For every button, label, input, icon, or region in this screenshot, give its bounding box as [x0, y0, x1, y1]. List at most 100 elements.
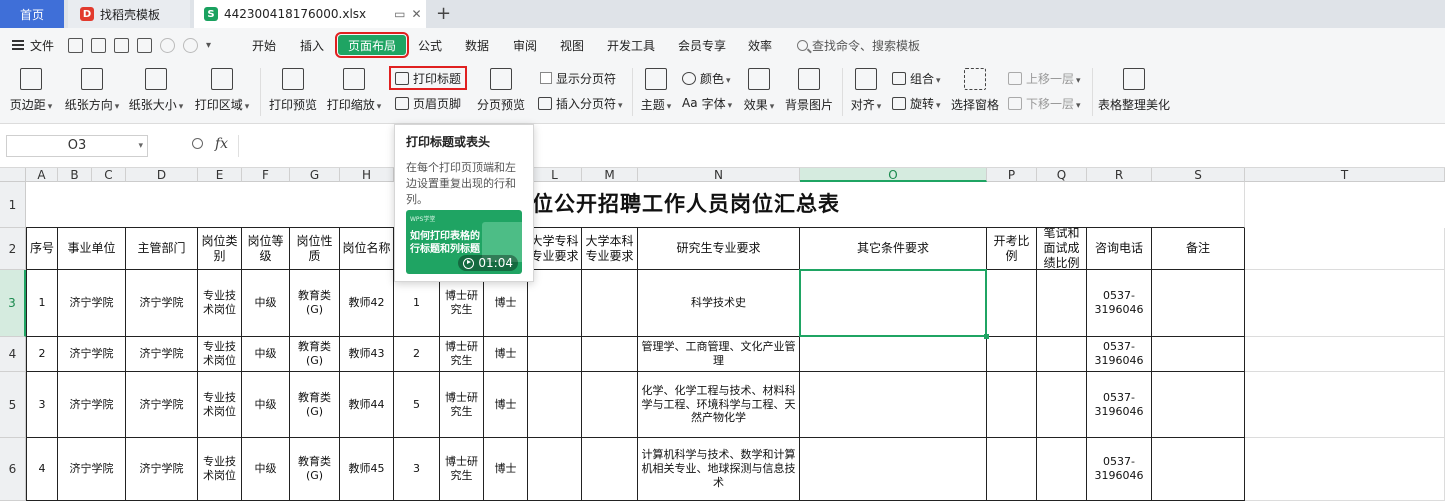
table-cell[interactable]: 济宁学院 [58, 372, 126, 438]
page-break-preview-button[interactable]: 分页预览 [476, 62, 526, 113]
table-cell[interactable]: 计算机科学与技术、数学和计算机相关专业、地球探测与信息技术 [638, 438, 800, 501]
empty-cell[interactable] [1245, 270, 1445, 337]
table-cell[interactable] [582, 337, 638, 372]
table-cell[interactable]: 教育类(G) [290, 438, 340, 501]
row-header-5[interactable]: 5 [0, 372, 26, 438]
print-preview-icon[interactable] [137, 37, 153, 53]
tab-insert[interactable]: 插入 [300, 28, 324, 62]
table-cell[interactable] [1152, 270, 1245, 337]
table-cell[interactable]: 中级 [242, 270, 290, 337]
table-cell[interactable]: 管理学、工商管理、文化产业管理 [638, 337, 800, 372]
table-cell[interactable] [582, 438, 638, 501]
column-header-f[interactable]: F [242, 168, 290, 182]
table-cell[interactable]: 3 [26, 372, 58, 438]
tab-file[interactable]: S 442300418176000.xlsx ▭ ✕ [194, 0, 426, 28]
tab-template[interactable]: D 找稻壳模板 [68, 0, 190, 28]
column-header-g[interactable]: G [290, 168, 340, 182]
empty-cell[interactable] [1245, 337, 1445, 372]
empty-cell[interactable] [1245, 372, 1445, 438]
rotate-button[interactable]: 旋转 [892, 94, 941, 112]
row-header-1[interactable]: 1 [0, 182, 26, 228]
table-header-cell[interactable]: 事业单位 [58, 228, 126, 270]
table-cell[interactable] [987, 372, 1037, 438]
table-cell[interactable]: 中级 [242, 438, 290, 501]
table-header-cell[interactable]: 岗位名称 [340, 228, 394, 270]
print-area-button[interactable]: 打印区域 [194, 62, 250, 113]
column-header-e[interactable]: E [198, 168, 242, 182]
table-cell[interactable]: 0537-3196046 [1087, 337, 1152, 372]
table-cell[interactable]: 济宁学院 [126, 438, 198, 501]
table-cell[interactable]: 教师42 [340, 270, 394, 337]
background-image-button[interactable]: 背景图片 [784, 62, 834, 113]
row-header-3[interactable]: 3 [0, 270, 26, 337]
table-cell[interactable] [1152, 438, 1245, 501]
tab-developer[interactable]: 开发工具 [607, 28, 655, 62]
select-all-corner[interactable] [0, 168, 26, 182]
selection-pane-button[interactable]: 选择窗格 [950, 62, 1000, 113]
table-cell[interactable] [582, 372, 638, 438]
column-header-c[interactable]: C [92, 168, 126, 182]
table-cell[interactable] [1152, 372, 1245, 438]
print-scale-button[interactable]: 打印缩放 [326, 62, 382, 113]
send-backward-button[interactable]: 下移一层 [1008, 94, 1081, 112]
fonts-button[interactable]: Aa 字体 [682, 94, 732, 112]
table-cell[interactable] [528, 270, 582, 337]
column-header-a[interactable]: A [26, 168, 58, 182]
table-cell[interactable]: 1 [26, 270, 58, 337]
table-cell[interactable] [1152, 337, 1245, 372]
empty-cell[interactable] [1245, 228, 1445, 270]
row-header-4[interactable]: 4 [0, 337, 26, 372]
table-cell[interactable] [1037, 438, 1087, 501]
table-cell[interactable]: 0537-3196046 [1087, 270, 1152, 337]
table-cell[interactable]: 2 [26, 337, 58, 372]
name-box[interactable]: O3 ▾ [6, 135, 148, 157]
table-header-cell[interactable]: 大学专科专业要求 [528, 228, 582, 270]
row-header-2[interactable]: 2 [0, 228, 26, 270]
table-cell[interactable] [528, 372, 582, 438]
table-beautify-button[interactable]: 表格整理美化 [1098, 62, 1170, 113]
table-cell[interactable]: 教师44 [340, 372, 394, 438]
align-button[interactable]: 对齐 [848, 62, 884, 113]
table-cell[interactable] [1037, 270, 1087, 337]
table-cell[interactable] [987, 337, 1037, 372]
insert-function-icon[interactable]: fx [215, 136, 228, 152]
zoom-icon[interactable] [192, 138, 203, 149]
print-icon[interactable] [114, 37, 130, 53]
column-header-q[interactable]: Q [1037, 168, 1087, 182]
table-cell[interactable]: 博士研究生 [440, 337, 484, 372]
column-header-h[interactable]: H [340, 168, 394, 182]
table-cell[interactable] [987, 438, 1037, 501]
column-header-l[interactable]: L [528, 168, 582, 182]
table-cell[interactable]: 教育类(G) [290, 270, 340, 337]
column-header-p[interactable]: P [987, 168, 1037, 182]
table-cell[interactable]: 5 [394, 372, 440, 438]
table-cell[interactable] [800, 372, 987, 438]
table-cell[interactable] [987, 270, 1037, 337]
table-header-cell[interactable]: 其它条件要求 [800, 228, 987, 270]
empty-cell[interactable] [1245, 438, 1445, 501]
table-header-cell[interactable]: 岗位类别 [198, 228, 242, 270]
tab-view[interactable]: 视图 [560, 28, 584, 62]
group-button[interactable]: 组合 [892, 69, 941, 87]
column-header-o[interactable]: O [800, 168, 987, 182]
redo-icon[interactable] [183, 37, 199, 53]
table-cell[interactable]: 济宁学院 [58, 337, 126, 372]
table-cell[interactable]: 4 [26, 438, 58, 501]
effects-button[interactable]: 效果 [740, 62, 778, 113]
table-cell[interactable] [1037, 372, 1087, 438]
table-cell[interactable]: 博士研究生 [440, 372, 484, 438]
table-cell[interactable]: 博士研究生 [440, 438, 484, 501]
table-cell[interactable]: 0537-3196046 [1087, 372, 1152, 438]
table-cell[interactable] [800, 337, 987, 372]
column-header-r[interactable]: R [1087, 168, 1152, 182]
header-footer-button[interactable]: 页眉页脚 [395, 94, 461, 112]
close-icon[interactable]: ✕ [411, 7, 421, 21]
table-cell[interactable]: 0537-3196046 [1087, 438, 1152, 501]
column-header-m[interactable]: M [582, 168, 638, 182]
sheet-title[interactable]: 位公开招聘工作人员岗位汇总表 [532, 188, 840, 218]
table-header-cell[interactable]: 开考比例 [987, 228, 1037, 270]
table-cell[interactable]: 济宁学院 [126, 372, 198, 438]
print-preview-button[interactable]: 打印预览 [268, 62, 318, 113]
table-cell[interactable]: 专业技术岗位 [198, 337, 242, 372]
column-header-n[interactable]: N [638, 168, 800, 182]
